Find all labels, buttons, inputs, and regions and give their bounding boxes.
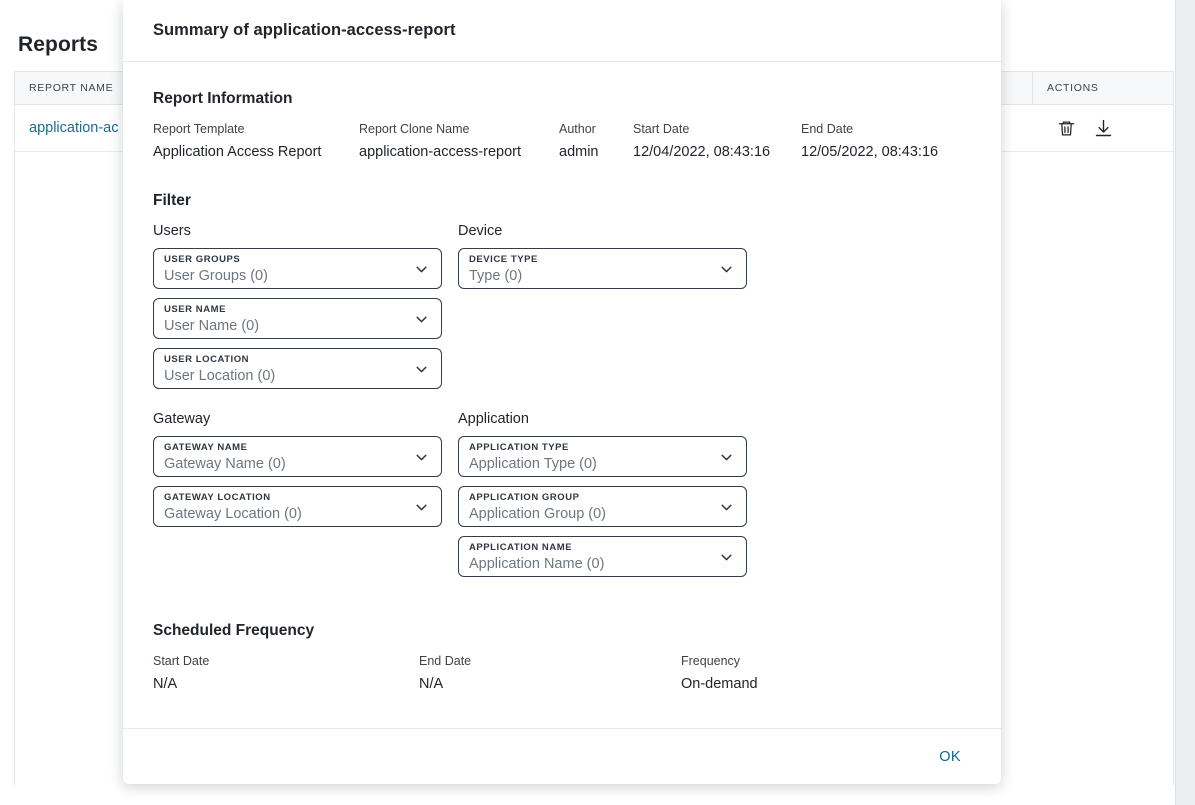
chevron-down-icon[interactable] (413, 311, 430, 328)
delete-icon[interactable] (1057, 119, 1076, 138)
chevron-down-icon[interactable] (413, 499, 430, 516)
select-user-groups[interactable]: USER GROUPS User Groups (0) (153, 248, 442, 289)
select-gateway-location[interactable]: GATEWAY LOCATION Gateway Location (0) (153, 486, 442, 527)
field-author: Author admin (559, 119, 633, 164)
format-heading: Format (153, 727, 971, 728)
select-user-name-label: USER NAME (164, 304, 226, 315)
schedule-end-date-value: N/A (419, 676, 444, 692)
select-user-location-label: USER LOCATION (164, 354, 250, 365)
field-report-clone-name-value: application-access-report (359, 144, 521, 160)
filter-group-application: Application APPLICATION TYPE Application… (458, 409, 747, 586)
select-gateway-name-label: GATEWAY NAME (164, 442, 248, 453)
chevron-down-icon[interactable] (413, 261, 430, 278)
column-header-actions: ACTIONS (1033, 72, 1173, 104)
select-application-group-value: Application Group (0) (469, 506, 607, 522)
field-start-date-label: Start Date (633, 122, 690, 136)
select-user-name[interactable]: USER NAME User Name (0) (153, 298, 442, 339)
filter-group-users-label: Users (153, 223, 191, 239)
schedule-frequency-label: Frequency (681, 654, 741, 668)
field-start-date: Start Date 12/04/2022, 08:43:16 (633, 119, 801, 164)
schedule-frequency: Frequency On-demand (681, 651, 941, 696)
select-application-type-value: Application Type (0) (469, 456, 597, 472)
schedule-start-date-value: N/A (153, 676, 178, 692)
select-application-type[interactable]: APPLICATION TYPE Application Type (0) (458, 436, 747, 477)
summary-modal: Summary of application-access-report Rep… (123, 0, 1001, 784)
ok-button[interactable]: OK (929, 743, 971, 771)
select-gateway-name-value: Gateway Name (0) (164, 456, 286, 472)
filter-heading: Filter (153, 192, 191, 209)
select-device-type-value: Type (0) (469, 268, 523, 284)
field-report-template-value: Application Access Report (153, 144, 322, 160)
field-author-label: Author (559, 122, 596, 136)
select-application-group[interactable]: APPLICATION GROUP Application Group (0) (458, 486, 747, 527)
schedule-start-date: Start Date N/A (153, 651, 419, 696)
select-device-type-label: DEVICE TYPE (469, 254, 538, 265)
field-report-clone-name-label: Report Clone Name (359, 122, 470, 136)
schedule-end-date-label: End Date (419, 654, 472, 668)
field-report-clone-name: Report Clone Name application-access-rep… (359, 119, 559, 164)
chevron-down-icon[interactable] (718, 499, 735, 516)
select-device-type[interactable]: DEVICE TYPE Type (0) (458, 248, 747, 289)
select-application-group-label: APPLICATION GROUP (469, 492, 580, 503)
report-information-fields: Report Template Application Access Repor… (153, 119, 971, 164)
select-user-name-value: User Name (0) (164, 318, 260, 334)
page-title: Reports (18, 33, 99, 56)
select-user-groups-value: User Groups (0) (164, 268, 268, 284)
chevron-down-icon[interactable] (413, 361, 430, 378)
field-author-value: admin (559, 144, 599, 160)
field-report-template-label: Report Template (153, 122, 245, 136)
modal-header: Summary of application-access-report (123, 0, 1001, 62)
select-user-location-value: User Location (0) (164, 368, 276, 384)
report-information-heading: Report Information (153, 90, 293, 107)
modal-body[interactable]: Report Information Report Template Appli… (123, 62, 1001, 728)
chevron-down-icon[interactable] (413, 449, 430, 466)
field-end-date-label: End Date (801, 122, 854, 136)
field-start-date-value: 12/04/2022, 08:43:16 (633, 144, 771, 160)
select-user-location[interactable]: USER LOCATION User Location (0) (153, 348, 442, 389)
chevron-down-icon[interactable] (718, 261, 735, 278)
select-gateway-name[interactable]: GATEWAY NAME Gateway Name (0) (153, 436, 442, 477)
modal-title: Summary of application-access-report (153, 21, 456, 39)
scheduled-frequency-fields: Start Date N/A End Date N/A Frequency On… (153, 651, 971, 696)
field-report-template: Report Template Application Access Repor… (153, 119, 359, 164)
scheduled-frequency-heading: Scheduled Frequency (153, 622, 315, 639)
select-gateway-location-value: Gateway Location (0) (164, 506, 302, 522)
select-gateway-location-label: GATEWAY LOCATION (164, 492, 271, 503)
chevron-down-icon[interactable] (718, 449, 735, 466)
select-application-type-label: APPLICATION TYPE (469, 442, 569, 453)
filter-group-device-label: Device (458, 223, 503, 239)
select-user-groups-label: USER GROUPS (164, 254, 241, 265)
schedule-end-date: End Date N/A (419, 651, 681, 696)
filter-group-gateway: Gateway GATEWAY NAME Gateway Name (0) GA… (153, 409, 442, 586)
select-application-name[interactable]: APPLICATION NAME Application Name (0) (458, 536, 747, 577)
column-header-actions-label: ACTIONS (1047, 82, 1099, 94)
filter-row-gateway-application: Gateway GATEWAY NAME Gateway Name (0) GA… (153, 409, 971, 586)
select-application-name-label: APPLICATION NAME (469, 542, 573, 553)
filter-group-application-label: Application (458, 411, 529, 427)
table-cell-actions (1033, 118, 1173, 139)
filter-group-gateway-label: Gateway (153, 411, 211, 427)
modal-footer: OK (123, 728, 1001, 784)
select-application-name-value: Application Name (0) (469, 556, 605, 572)
field-end-date: End Date 12/05/2022, 08:43:16 (801, 119, 971, 164)
filter-group-users: Users USER GROUPS User Groups (0) USER N… (153, 221, 442, 398)
filter-row-users-device: Users USER GROUPS User Groups (0) USER N… (153, 221, 971, 398)
schedule-start-date-label: Start Date (153, 654, 210, 668)
download-icon[interactable] (1093, 118, 1114, 139)
field-end-date-value: 12/05/2022, 08:43:16 (801, 144, 939, 160)
column-header-report-name-label: REPORT NAME (29, 82, 114, 94)
chevron-down-icon[interactable] (718, 549, 735, 566)
schedule-frequency-value: On-demand (681, 676, 758, 692)
filter-group-device: Device DEVICE TYPE Type (0) (458, 221, 747, 398)
